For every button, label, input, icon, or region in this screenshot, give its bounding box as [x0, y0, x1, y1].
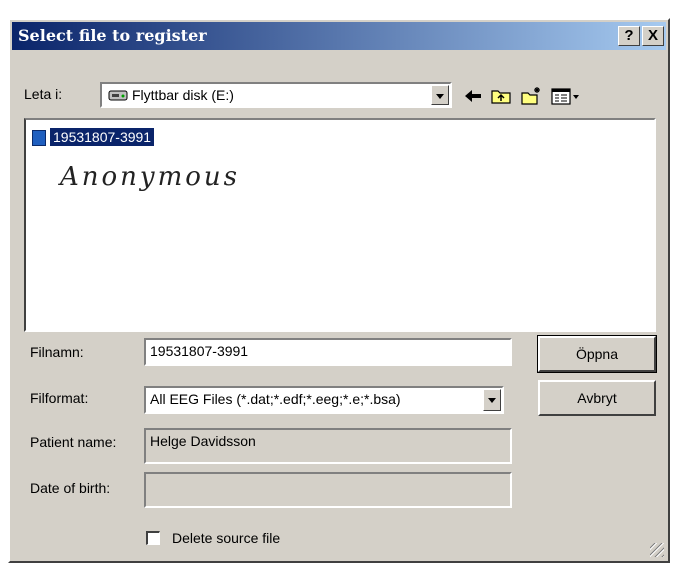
patient-name-field: Helge Davidsson: [144, 428, 512, 464]
fileformat-select[interactable]: All EEG Files (*.dat;*.edf;*.eeg;*.e;*.b…: [144, 386, 504, 414]
up-folder-icon[interactable]: [490, 86, 512, 106]
folder-icon: [32, 130, 46, 146]
handwritten-annotation: Anonymous: [60, 162, 241, 192]
window-title: Select file to register: [18, 26, 207, 45]
filename-value: 19531807-3991: [150, 343, 249, 359]
file-item-label: 19531807-3991: [50, 128, 155, 146]
lookin-dropdown-arrow[interactable]: [431, 85, 449, 105]
drive-icon: [108, 90, 128, 101]
patient-name-value: Helge Davidsson: [150, 433, 256, 449]
lookin-combobox[interactable]: Flyttbar disk (E:): [100, 82, 452, 108]
delete-source-label: Delete source file: [172, 530, 281, 546]
fileformat-label: Filformat:: [30, 390, 89, 406]
dob-field: [144, 472, 512, 508]
patient-name-label: Patient name:: [30, 434, 117, 450]
lookin-label: Leta i:: [24, 86, 63, 102]
resize-grip[interactable]: [650, 543, 664, 557]
view-menu-icon[interactable]: [550, 86, 582, 106]
filename-input[interactable]: 19531807-3991: [144, 338, 512, 366]
help-button[interactable]: ?: [618, 26, 640, 46]
fileformat-value: All EEG Files (*.dat;*.edf;*.eeg;*.e;*.b…: [150, 391, 401, 407]
select-file-dialog: Select file to register ? X Leta i: Flyt…: [8, 18, 670, 563]
dob-label: Date of birth:: [30, 480, 111, 496]
delete-source-checkbox[interactable]: [146, 531, 160, 545]
lookin-value: Flyttbar disk (E:): [132, 87, 234, 103]
file-list[interactable]: 19531807-3991 Anonymous: [24, 118, 656, 332]
cancel-button[interactable]: Avbryt: [538, 380, 656, 416]
open-button[interactable]: Öppna: [537, 335, 657, 373]
back-arrow-icon[interactable]: [462, 86, 484, 106]
close-button[interactable]: X: [642, 26, 664, 46]
title-bar[interactable]: Select file to register ? X: [12, 22, 666, 50]
fileformat-dropdown-arrow[interactable]: [483, 389, 501, 411]
filename-label: Filnamn:: [30, 344, 84, 360]
new-folder-icon[interactable]: [520, 86, 542, 106]
